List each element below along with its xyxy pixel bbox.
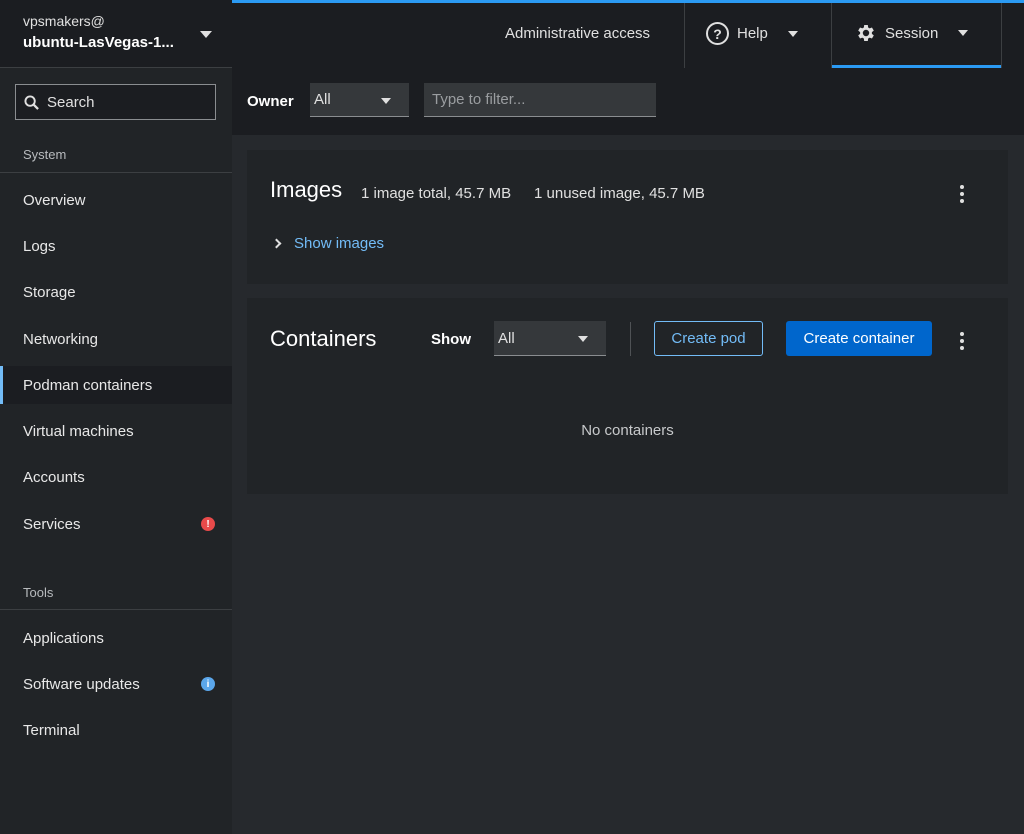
sidebar-item-label: Accounts [23,468,85,486]
sidebar-item-label: Terminal [23,721,80,739]
sidebar: vpsmakers@ ubuntu-LasVegas-1... Search S… [0,0,232,834]
divider [0,609,232,610]
images-title: Images [270,177,343,202]
help-menu-button[interactable]: ? Help [706,22,798,45]
gear-icon [858,25,874,41]
sidebar-item-label: Storage [23,283,76,301]
sidebar-item-label: Logs [23,237,56,255]
sidebar-item-accounts[interactable]: Accounts [0,458,232,496]
sidebar-item-label: Services [23,515,81,533]
images-unused: 1 unused image, 45.7 MB [534,185,705,202]
administrative-access-button[interactable]: Administrative access [505,25,650,42]
search-icon [24,94,39,110]
help-label: Help [737,25,768,42]
show-images-link: Show images [294,235,385,252]
kebab-menu-icon[interactable] [960,185,964,203]
host-name: ubuntu-LasVegas-1... [23,34,174,51]
error-badge-icon: ! [201,517,215,531]
create-container-button[interactable]: Create container [786,321,932,356]
chevron-right-icon [271,238,282,249]
show-select-value: All [498,329,515,347]
divider [0,172,232,173]
section-title-system: System [23,147,67,162]
divider [684,3,685,68]
sidebar-item-virtual-machines[interactable]: Virtual machines [0,412,232,450]
divider [1001,3,1002,68]
sidebar-item-overview[interactable]: Overview [0,181,232,219]
sidebar-item-label: Software updates [23,675,140,693]
top-bar: Administrative access ? Help Session [232,0,1024,68]
owner-select[interactable]: All [310,83,409,117]
sidebar-item-applications[interactable]: Applications [0,619,232,657]
caret-down-icon [578,336,588,342]
caret-down-icon [381,98,391,104]
filter-placeholder: Type to filter... [432,91,526,108]
search-input[interactable]: Search [15,84,216,120]
sidebar-item-storage[interactable]: Storage [0,273,232,311]
sidebar-item-label: Networking [23,330,99,348]
show-select[interactable]: All [494,321,606,356]
empty-state-text: No containers [581,422,674,439]
search-label: Search [47,93,95,111]
sidebar-item-terminal[interactable]: Terminal [0,711,232,749]
containers-card: Containers Show All Create pod Create co… [247,298,1008,494]
info-badge-icon: i [201,677,215,691]
sidebar-item-label: Applications [23,629,104,647]
caret-down-icon [200,31,212,38]
sidebar-item-label: Podman containers [23,376,153,394]
create-pod-button[interactable]: Create pod [654,321,763,356]
section-title-tools: Tools [23,585,54,600]
help-icon: ? [706,22,729,45]
owner-label: Owner [247,93,294,110]
show-images-toggle[interactable]: Show images [271,235,385,252]
sidebar-item-label: Virtual machines [23,422,134,440]
sidebar-item-services[interactable]: Services ! [0,505,232,543]
caret-down-icon [958,30,969,36]
filter-input[interactable]: Type to filter... [424,83,656,117]
images-card: Images 1 image total, 45.7 MB 1 unused i… [247,150,1008,284]
session-menu-button[interactable]: Session [832,3,1001,68]
kebab-menu-icon[interactable] [960,332,964,350]
host-user: vpsmakers@ [23,13,105,29]
host-switcher[interactable]: vpsmakers@ ubuntu-LasVegas-1... [0,0,232,68]
show-label: Show [431,331,471,348]
session-label: Session [885,24,939,42]
containers-title: Containers [270,326,377,351]
sidebar-item-logs[interactable]: Logs [0,227,232,265]
sidebar-item-software-updates[interactable]: Software updates i [0,665,232,703]
sidebar-item-podman-containers[interactable]: Podman containers [0,366,232,404]
divider [630,322,631,356]
sidebar-item-label: Overview [23,191,86,209]
caret-down-icon [787,30,798,37]
filter-toolbar: Owner All Type to filter... [232,68,1024,135]
owner-select-value: All [314,91,331,108]
images-total: 1 image total, 45.7 MB [361,185,512,202]
sidebar-item-networking[interactable]: Networking [0,320,232,358]
